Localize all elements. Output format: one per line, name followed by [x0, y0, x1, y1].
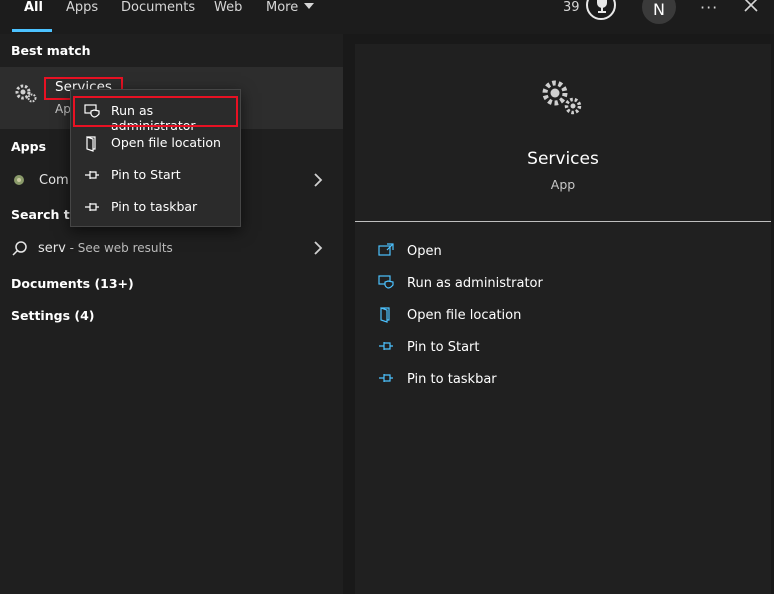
highlight-box-run-as-admin [73, 96, 238, 127]
more-options-icon[interactable]: ··· [700, 0, 718, 17]
action-label: Open file location [407, 308, 522, 323]
services-gear-icon [15, 84, 37, 103]
open-icon [378, 243, 394, 256]
action-label: Pin to taskbar [407, 372, 497, 387]
close-icon[interactable] [742, 0, 760, 16]
chevron-down-icon [304, 3, 315, 9]
documents-category[interactable]: Documents (13+) [11, 276, 134, 291]
tab-documents[interactable]: Documents [121, 0, 195, 16]
folder-icon [86, 136, 96, 152]
tab-more[interactable]: More [266, 0, 315, 16]
ctx-pin-to-taskbar[interactable]: Pin to taskbar [71, 193, 241, 221]
web-result-suffix: - See web results [65, 241, 173, 255]
action-label: Run as administrator [407, 276, 543, 291]
app-icon [14, 175, 24, 185]
services-gear-icon [542, 80, 582, 115]
apps-result-item[interactable]: Com [39, 173, 69, 188]
tab-apps[interactable]: Apps [66, 0, 98, 16]
preview-title: Services [527, 149, 599, 169]
web-result[interactable]: serv - See web results [38, 241, 173, 256]
tab-more-label: More [266, 0, 299, 15]
pin-icon [379, 374, 393, 382]
settings-category[interactable]: Settings (4) [11, 308, 94, 323]
action-label: Pin to Start [407, 340, 480, 355]
chevron-right-icon[interactable] [313, 240, 323, 256]
tab-all[interactable]: All [24, 0, 43, 16]
tab-web[interactable]: Web [214, 0, 242, 16]
rewards-trophy-icon[interactable] [586, 0, 616, 20]
ctx-pin-to-start[interactable]: Pin to Start [71, 161, 241, 189]
shield-icon [378, 275, 394, 289]
ctx-label: Pin to taskbar [111, 199, 198, 214]
pin-icon [85, 171, 99, 179]
pin-icon [379, 342, 393, 350]
web-result-query: serv [38, 241, 66, 256]
rewards-points: 39 [563, 0, 580, 15]
ctx-open-file-location[interactable]: Open file location [71, 129, 241, 157]
ctx-label: Open file location [111, 135, 221, 150]
apps-heading: Apps [11, 139, 47, 154]
chevron-right-icon[interactable] [313, 172, 323, 188]
avatar-initial: N [653, 0, 665, 19]
preview-subtitle: App [550, 177, 576, 192]
active-tab-indicator [12, 29, 52, 32]
divider [355, 221, 771, 222]
search-icon [12, 241, 27, 256]
best-match-heading: Best match [11, 43, 91, 58]
ctx-label: Pin to Start [111, 167, 181, 182]
pin-icon [85, 203, 99, 211]
action-label: Open [407, 244, 442, 259]
folder-icon [380, 307, 390, 323]
search-filter-bar: All Apps Documents Web More 39 N ··· [0, 0, 774, 34]
user-avatar[interactable]: N [642, 0, 676, 24]
